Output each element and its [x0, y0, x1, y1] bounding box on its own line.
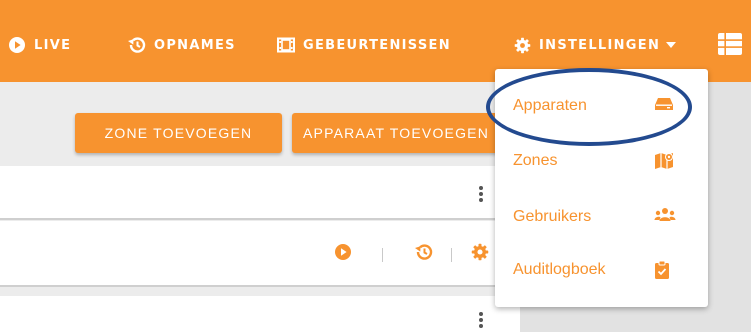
- zone-card-actions: [0, 221, 520, 287]
- menu-item-gebruikers[interactable]: Gebruikers: [495, 197, 708, 237]
- list-menu-icon[interactable]: [718, 33, 742, 55]
- gear-icon: [514, 37, 531, 53]
- hdd-icon: [655, 98, 673, 110]
- divider: [451, 248, 452, 262]
- nav-opnames[interactable]: OPNAMES: [126, 31, 236, 59]
- menu-item-apparaten[interactable]: Apparaten: [495, 86, 708, 126]
- menu-item-label: Auditlogboek: [513, 261, 606, 278]
- gear-icon[interactable]: [471, 243, 489, 261]
- play-circle-icon[interactable]: [334, 243, 352, 261]
- menu-item-label: Gebruikers: [513, 208, 592, 225]
- nav-gebeurtenissen[interactable]: GEBEURTENISSEN: [277, 31, 451, 59]
- menu-item-label: Zones: [513, 152, 558, 169]
- divider: [382, 248, 383, 262]
- kebab-menu-icon[interactable]: [479, 312, 485, 328]
- nav-instellingen[interactable]: INSTELLINGEN: [514, 31, 677, 59]
- clipboard-check-icon: [655, 260, 669, 279]
- menu-item-zones[interactable]: Zones: [495, 141, 708, 181]
- nav-live-label: LIVE: [34, 37, 72, 53]
- nav-instellingen-label: INSTELLINGEN: [539, 37, 661, 53]
- zone-card-header: [0, 166, 520, 220]
- history-icon: [128, 37, 146, 53]
- menu-item-label: Apparaten: [513, 97, 587, 114]
- nav-live[interactable]: LIVE: [8, 31, 71, 59]
- history-icon[interactable]: [413, 243, 433, 261]
- add-zone-button[interactable]: ZONE TOEVOEGEN: [75, 113, 282, 153]
- menu-item-auditlogboek[interactable]: Auditlogboek: [495, 250, 708, 290]
- users-icon: [654, 208, 676, 221]
- map-icon: [655, 153, 673, 169]
- nav-opnames-label: OPNAMES: [154, 37, 236, 53]
- kebab-menu-icon[interactable]: [479, 186, 485, 202]
- nav-gebeurtenissen-label: GEBEURTENISSEN: [303, 37, 451, 53]
- settings-dropdown-menu: Apparaten Zones Gebruikers Auditlogboek: [495, 69, 708, 307]
- caret-down-icon: [666, 42, 677, 48]
- play-circle-icon: [9, 37, 25, 53]
- film-icon: [277, 37, 295, 53]
- zone-card-header: [0, 296, 520, 332]
- add-device-button[interactable]: APPARAAT TOEVOEGEN: [292, 113, 504, 153]
